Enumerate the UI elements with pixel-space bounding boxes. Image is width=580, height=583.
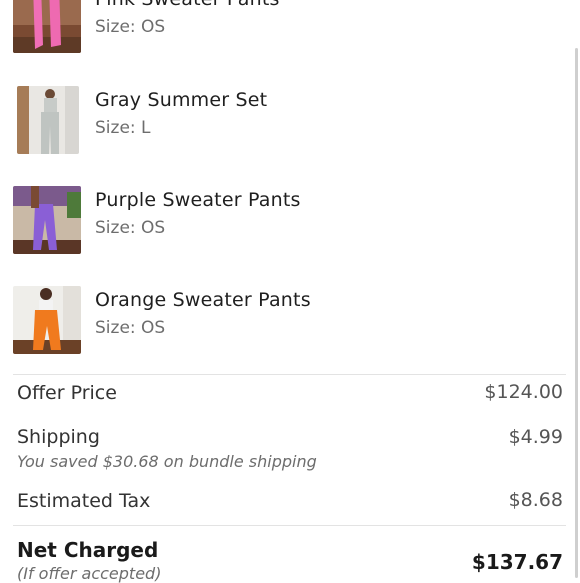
product-name: Pink Sweater Pants bbox=[95, 0, 280, 10]
gray-summer-set-photo-icon bbox=[17, 86, 79, 154]
net-charged-value: $137.67 bbox=[471, 550, 563, 574]
product-size: Size: OS bbox=[95, 318, 166, 338]
product-size: Size: OS bbox=[95, 218, 166, 238]
list-item[interactable]: Pink Sweater Pants Size: OS bbox=[13, 0, 553, 53]
net-charged-note: (If offer accepted) bbox=[17, 564, 162, 583]
offer-price-value: $124.00 bbox=[484, 381, 563, 403]
estimated-tax-value: $8.68 bbox=[508, 489, 563, 511]
product-name: Orange Sweater Pants bbox=[95, 289, 311, 311]
shipping-label: Shipping bbox=[17, 426, 100, 448]
shipping-value: $4.99 bbox=[508, 426, 563, 448]
divider bbox=[13, 374, 566, 375]
purple-sweater-pants-photo-icon bbox=[13, 186, 81, 254]
product-size: Size: L bbox=[95, 118, 151, 138]
product-thumbnail[interactable] bbox=[17, 86, 79, 154]
product-size: Size: OS bbox=[95, 17, 166, 37]
orange-sweater-pants-photo-icon bbox=[13, 286, 81, 354]
product-thumbnail[interactable] bbox=[13, 0, 81, 53]
pink-sweater-pants-photo-icon bbox=[13, 0, 81, 53]
offer-price-label: Offer Price bbox=[17, 382, 117, 404]
product-name: Purple Sweater Pants bbox=[95, 189, 301, 211]
scrollbar[interactable] bbox=[575, 48, 578, 578]
product-name: Gray Summer Set bbox=[95, 89, 268, 111]
divider bbox=[13, 525, 566, 526]
estimated-tax-label: Estimated Tax bbox=[17, 490, 151, 512]
shipping-savings-note: You saved $30.68 on bundle shipping bbox=[17, 452, 317, 471]
list-item[interactable]: Gray Summer Set Size: L bbox=[13, 86, 553, 154]
list-item[interactable]: Orange Sweater Pants Size: OS bbox=[13, 286, 553, 354]
product-thumbnail[interactable] bbox=[13, 286, 81, 354]
list-item[interactable]: Purple Sweater Pants Size: OS bbox=[13, 186, 553, 254]
net-charged-label: Net Charged bbox=[17, 538, 159, 562]
product-thumbnail[interactable] bbox=[13, 186, 81, 254]
